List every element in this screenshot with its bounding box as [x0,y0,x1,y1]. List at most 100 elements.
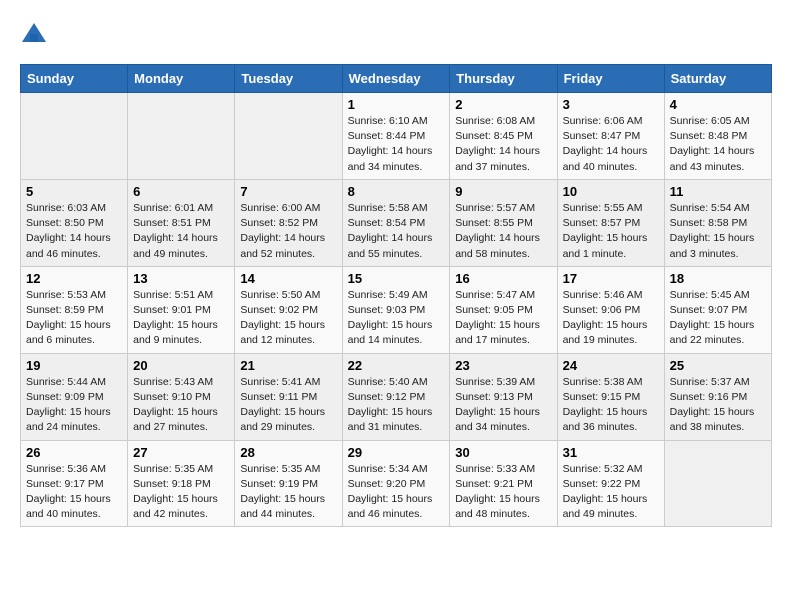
calendar-header: SundayMondayTuesdayWednesdayThursdayFrid… [21,65,772,93]
calendar-cell: 6 Sunrise: 6:01 AM Sunset: 8:51 PM Daylig… [128,179,235,266]
day-number: 9 [455,184,551,199]
day-info: Sunrise: 5:50 AM Sunset: 9:02 PM Dayligh… [240,288,336,349]
calendar-cell: 29 Sunrise: 5:34 AM Sunset: 9:20 PM Dayli… [342,440,450,527]
calendar-cell: 13Sunrise: 5:51 AM Sunset: 9:01 PM Dayli… [128,266,235,353]
calendar-cell: 31 Sunrise: 5:32 AM Sunset: 9:22 PM Dayli… [557,440,664,527]
day-info: Sunrise: 5:35 AM Sunset: 9:19 PM Dayligh… [240,462,336,523]
calendar-cell: 15 Sunrise: 5:49 AM Sunset: 9:03 PM Dayli… [342,266,450,353]
calendar-cell: 20Sunrise: 5:43 AM Sunset: 9:10 PM Dayli… [128,353,235,440]
day-info: Sunrise: 5:40 AM Sunset: 9:12 PM Dayligh… [348,375,445,436]
day-info: Sunrise: 5:57 AM Sunset: 8:55 PM Dayligh… [455,201,551,262]
day-info: Sunrise: 5:39 AM Sunset: 9:13 PM Dayligh… [455,375,551,436]
calendar-cell: 22 Sunrise: 5:40 AM Sunset: 9:12 PM Dayli… [342,353,450,440]
day-info: Sunrise: 5:32 AM Sunset: 9:22 PM Dayligh… [563,462,659,523]
day-info: Sunrise: 6:10 AM Sunset: 8:44 PM Dayligh… [348,114,445,175]
day-number: 26 [26,445,122,460]
weekday-header-saturday: Saturday [664,65,771,93]
calendar-cell: 19Sunrise: 5:44 AM Sunset: 9:09 PM Dayli… [21,353,128,440]
day-info: Sunrise: 5:43 AM Sunset: 9:10 PM Dayligh… [133,375,229,436]
calendar-cell: 12 Sunrise: 5:53 AM Sunset: 8:59 PM Dayli… [21,266,128,353]
day-number: 2 [455,97,551,112]
calendar-cell: 17Sunrise: 5:46 AM Sunset: 9:06 PM Dayli… [557,266,664,353]
day-number: 11 [670,184,766,199]
day-info: Sunrise: 5:51 AM Sunset: 9:01 PM Dayligh… [133,288,229,349]
day-info: Sunrise: 5:58 AM Sunset: 8:54 PM Dayligh… [348,201,445,262]
day-number: 4 [670,97,766,112]
day-number: 15 [348,271,445,286]
weekday-header-tuesday: Tuesday [235,65,342,93]
calendar-table: SundayMondayTuesdayWednesdayThursdayFrid… [20,64,772,527]
day-info: Sunrise: 6:03 AM Sunset: 8:50 PM Dayligh… [26,201,122,262]
day-number: 28 [240,445,336,460]
calendar-cell: 5 Sunrise: 6:03 AM Sunset: 8:50 PM Daylig… [21,179,128,266]
calendar-cell: 10 Sunrise: 5:55 AM Sunset: 8:57 PM Dayli… [557,179,664,266]
day-info: Sunrise: 5:46 AM Sunset: 9:06 PM Dayligh… [563,288,659,349]
logo [20,20,52,48]
day-info: Sunrise: 6:05 AM Sunset: 8:48 PM Dayligh… [670,114,766,175]
day-number: 7 [240,184,336,199]
day-info: Sunrise: 5:37 AM Sunset: 9:16 PM Dayligh… [670,375,766,436]
day-number: 14 [240,271,336,286]
day-number: 1 [348,97,445,112]
calendar-cell: 11Sunrise: 5:54 AM Sunset: 8:58 PM Dayli… [664,179,771,266]
calendar-week-1: 1 Sunrise: 6:10 AM Sunset: 8:44 PM Daylig… [21,93,772,180]
day-info: Sunrise: 5:47 AM Sunset: 9:05 PM Dayligh… [455,288,551,349]
calendar-cell: 1 Sunrise: 6:10 AM Sunset: 8:44 PM Daylig… [342,93,450,180]
calendar-cell [664,440,771,527]
weekday-header-thursday: Thursday [450,65,557,93]
day-number: 22 [348,358,445,373]
day-number: 31 [563,445,659,460]
day-info: Sunrise: 5:45 AM Sunset: 9:07 PM Dayligh… [670,288,766,349]
calendar-cell: 14 Sunrise: 5:50 AM Sunset: 9:02 PM Dayli… [235,266,342,353]
day-number: 27 [133,445,229,460]
weekday-header-monday: Monday [128,65,235,93]
day-number: 21 [240,358,336,373]
day-number: 5 [26,184,122,199]
day-info: Sunrise: 5:44 AM Sunset: 9:09 PM Dayligh… [26,375,122,436]
calendar-week-3: 12 Sunrise: 5:53 AM Sunset: 8:59 PM Dayli… [21,266,772,353]
calendar-cell [128,93,235,180]
calendar-cell: 24Sunrise: 5:38 AM Sunset: 9:15 PM Dayli… [557,353,664,440]
calendar-cell: 3 Sunrise: 6:06 AM Sunset: 8:47 PM Daylig… [557,93,664,180]
calendar-cell: 2Sunrise: 6:08 AM Sunset: 8:45 PM Daylig… [450,93,557,180]
day-number: 23 [455,358,551,373]
day-info: Sunrise: 6:01 AM Sunset: 8:51 PM Dayligh… [133,201,229,262]
day-info: Sunrise: 5:38 AM Sunset: 9:15 PM Dayligh… [563,375,659,436]
day-info: Sunrise: 6:06 AM Sunset: 8:47 PM Dayligh… [563,114,659,175]
weekday-header-sunday: Sunday [21,65,128,93]
day-info: Sunrise: 5:33 AM Sunset: 9:21 PM Dayligh… [455,462,551,523]
day-number: 30 [455,445,551,460]
day-info: Sunrise: 5:49 AM Sunset: 9:03 PM Dayligh… [348,288,445,349]
calendar-cell: 21 Sunrise: 5:41 AM Sunset: 9:11 PM Dayli… [235,353,342,440]
logo-icon [20,20,48,48]
day-info: Sunrise: 6:00 AM Sunset: 8:52 PM Dayligh… [240,201,336,262]
calendar-cell [235,93,342,180]
day-info: Sunrise: 5:34 AM Sunset: 9:20 PM Dayligh… [348,462,445,523]
calendar-cell: 9 Sunrise: 5:57 AM Sunset: 8:55 PM Daylig… [450,179,557,266]
day-number: 6 [133,184,229,199]
day-number: 10 [563,184,659,199]
calendar-cell: 16Sunrise: 5:47 AM Sunset: 9:05 PM Dayli… [450,266,557,353]
weekday-header-wednesday: Wednesday [342,65,450,93]
calendar-week-4: 19Sunrise: 5:44 AM Sunset: 9:09 PM Dayli… [21,353,772,440]
day-number: 3 [563,97,659,112]
calendar-cell: 28 Sunrise: 5:35 AM Sunset: 9:19 PM Dayli… [235,440,342,527]
day-info: Sunrise: 5:41 AM Sunset: 9:11 PM Dayligh… [240,375,336,436]
day-number: 12 [26,271,122,286]
calendar-cell: 30 Sunrise: 5:33 AM Sunset: 9:21 PM Dayli… [450,440,557,527]
day-info: Sunrise: 5:55 AM Sunset: 8:57 PM Dayligh… [563,201,659,262]
day-info: Sunrise: 5:53 AM Sunset: 8:59 PM Dayligh… [26,288,122,349]
calendar-cell [21,93,128,180]
page: SundayMondayTuesdayWednesdayThursdayFrid… [0,0,792,537]
weekday-header-friday: Friday [557,65,664,93]
weekday-header-row: SundayMondayTuesdayWednesdayThursdayFrid… [21,65,772,93]
calendar-cell: 23 Sunrise: 5:39 AM Sunset: 9:13 PM Dayli… [450,353,557,440]
day-number: 18 [670,271,766,286]
calendar-cell: 26Sunrise: 5:36 AM Sunset: 9:17 PM Dayli… [21,440,128,527]
day-number: 29 [348,445,445,460]
calendar-cell: 4 Sunrise: 6:05 AM Sunset: 8:48 PM Daylig… [664,93,771,180]
calendar-cell: 27Sunrise: 5:35 AM Sunset: 9:18 PM Dayli… [128,440,235,527]
day-number: 25 [670,358,766,373]
calendar-cell: 18 Sunrise: 5:45 AM Sunset: 9:07 PM Dayli… [664,266,771,353]
calendar-body: 1 Sunrise: 6:10 AM Sunset: 8:44 PM Daylig… [21,93,772,527]
